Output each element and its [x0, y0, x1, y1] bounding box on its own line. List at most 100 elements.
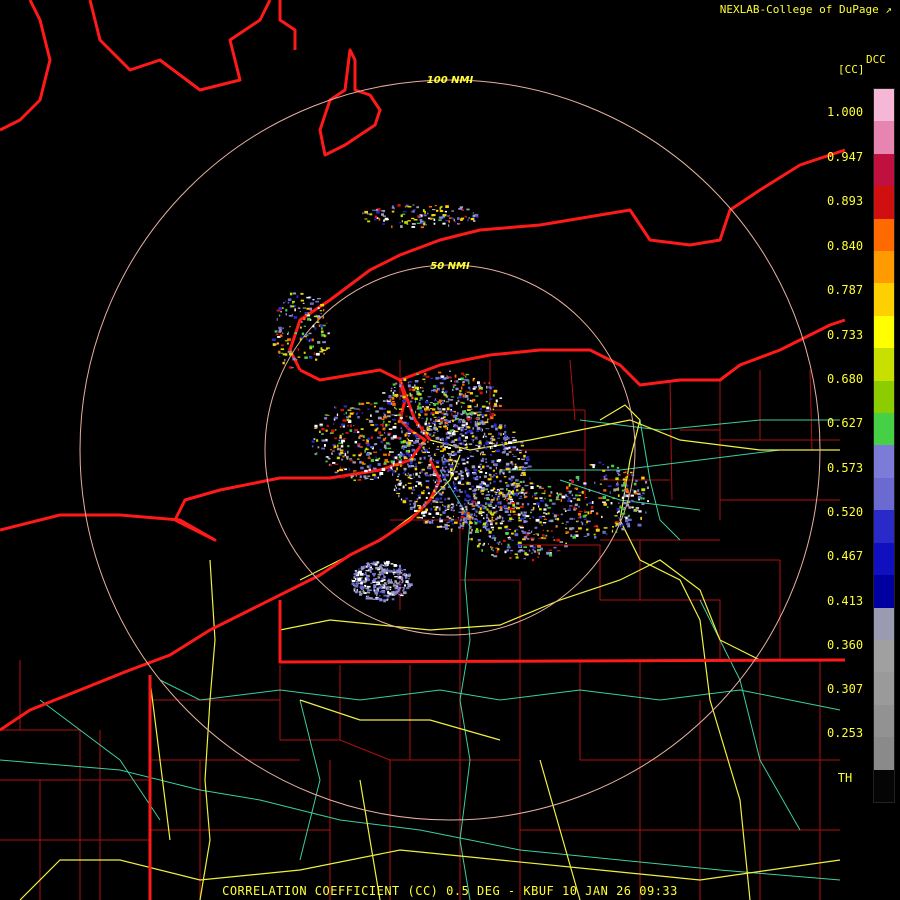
echo-pixel	[316, 439, 319, 442]
echo-pixel	[388, 428, 393, 430]
echo-pixel	[379, 565, 382, 568]
echo-pixel	[341, 444, 343, 446]
echo-pixel	[464, 376, 467, 378]
echo-pixel	[382, 215, 386, 217]
echo-pixel	[449, 370, 451, 372]
echo-pixel	[360, 428, 364, 430]
echo-pixel	[515, 556, 519, 559]
echo-pixel	[448, 224, 450, 227]
echo-pixel	[284, 359, 286, 362]
echo-pixel	[439, 419, 444, 422]
echo-pixel	[506, 484, 508, 486]
echo-pixel	[607, 485, 612, 487]
echo-pixel	[453, 411, 456, 413]
echo-pixel	[411, 408, 413, 412]
echo-pixel	[438, 410, 442, 413]
echo-pixel	[539, 497, 543, 499]
echo-pixel	[469, 503, 473, 505]
echo-pixel	[444, 498, 446, 501]
echo-pixel	[484, 527, 487, 530]
echo-pixel	[376, 561, 379, 564]
echo-pixel	[317, 341, 321, 344]
echo-pixel	[576, 498, 581, 501]
echo-pixel	[568, 507, 571, 511]
echo-pixel	[511, 502, 515, 504]
echo-pixel	[451, 412, 453, 416]
echo-pixel	[493, 426, 495, 428]
echo-pixel	[429, 475, 432, 477]
echo-pixel	[472, 472, 477, 475]
echo-pixel	[399, 564, 401, 568]
echo-pixel	[364, 218, 368, 220]
interstates	[19, 404, 841, 900]
echo-pixel	[446, 509, 450, 511]
echo-pixel	[505, 466, 509, 468]
echo-pixel	[485, 428, 490, 430]
echo-pixel	[418, 416, 420, 419]
echo-pixel	[459, 505, 462, 507]
external-link-icon[interactable]: ↗	[885, 3, 892, 16]
echo-pixel	[380, 572, 384, 575]
echo-pixel	[523, 474, 526, 476]
echo-pixel	[435, 501, 439, 503]
echo-pixel	[607, 466, 610, 469]
echo-pixel	[332, 450, 335, 452]
echo-pixel	[471, 485, 475, 488]
echo-pixel	[469, 392, 473, 395]
echo-pixel	[446, 521, 450, 523]
echo-pixel	[415, 390, 420, 393]
echo-pixel	[435, 419, 438, 422]
echo-pixel	[478, 385, 482, 388]
echo-pixel	[569, 506, 572, 508]
echo-pixel	[474, 423, 478, 425]
echo-pixel	[420, 470, 423, 473]
echo-pixel	[400, 214, 403, 218]
echo-pixel	[586, 520, 588, 524]
echo-pixel	[406, 406, 409, 408]
echo-pixel	[306, 333, 308, 335]
echo-pixel	[452, 419, 454, 423]
echo-pixel	[460, 516, 465, 519]
echo-pixel	[394, 484, 397, 488]
echo-pixel	[510, 483, 513, 485]
echo-pixel	[514, 465, 518, 469]
echo-pixel	[545, 504, 549, 507]
echo-pixel	[585, 497, 588, 499]
echo-pixel	[429, 402, 433, 404]
echo-pixel	[465, 494, 470, 497]
echo-pixel	[367, 589, 369, 592]
echo-pixel	[480, 452, 482, 456]
color-bar-segment	[874, 413, 894, 446]
echo-pixel	[464, 436, 468, 439]
echo-pixel	[369, 571, 372, 573]
echo-pixel	[486, 498, 491, 501]
echo-pixel	[352, 461, 356, 464]
echo-pixel	[319, 350, 323, 353]
echo-pixel	[439, 450, 444, 452]
echo-pixel	[366, 562, 370, 564]
echo-pixel	[500, 432, 502, 436]
echo-pixel	[474, 520, 476, 522]
echo-pixel	[396, 483, 399, 486]
echo-pixel	[383, 594, 387, 597]
echo-pixel	[414, 397, 418, 400]
echo-pixel	[377, 568, 381, 571]
echo-pixel	[276, 342, 279, 345]
echo-pixel	[442, 222, 446, 225]
echo-pixel	[487, 418, 489, 420]
echo-pixel	[474, 437, 478, 439]
echo-pixel	[495, 427, 498, 431]
echo-pixel	[455, 412, 457, 415]
echo-pixel	[468, 217, 470, 219]
echo-pixel	[515, 479, 519, 482]
echo-pixel	[495, 475, 499, 479]
echo-pixel	[503, 539, 506, 542]
echo-pixel	[356, 581, 359, 583]
echo-pixel	[395, 592, 397, 595]
echo-pixel	[422, 446, 425, 449]
echo-pixel	[358, 590, 361, 593]
echo-pixel	[374, 218, 377, 221]
echo-pixel	[523, 511, 527, 514]
echo-pixel	[303, 325, 306, 327]
echo-pixel	[421, 449, 423, 453]
